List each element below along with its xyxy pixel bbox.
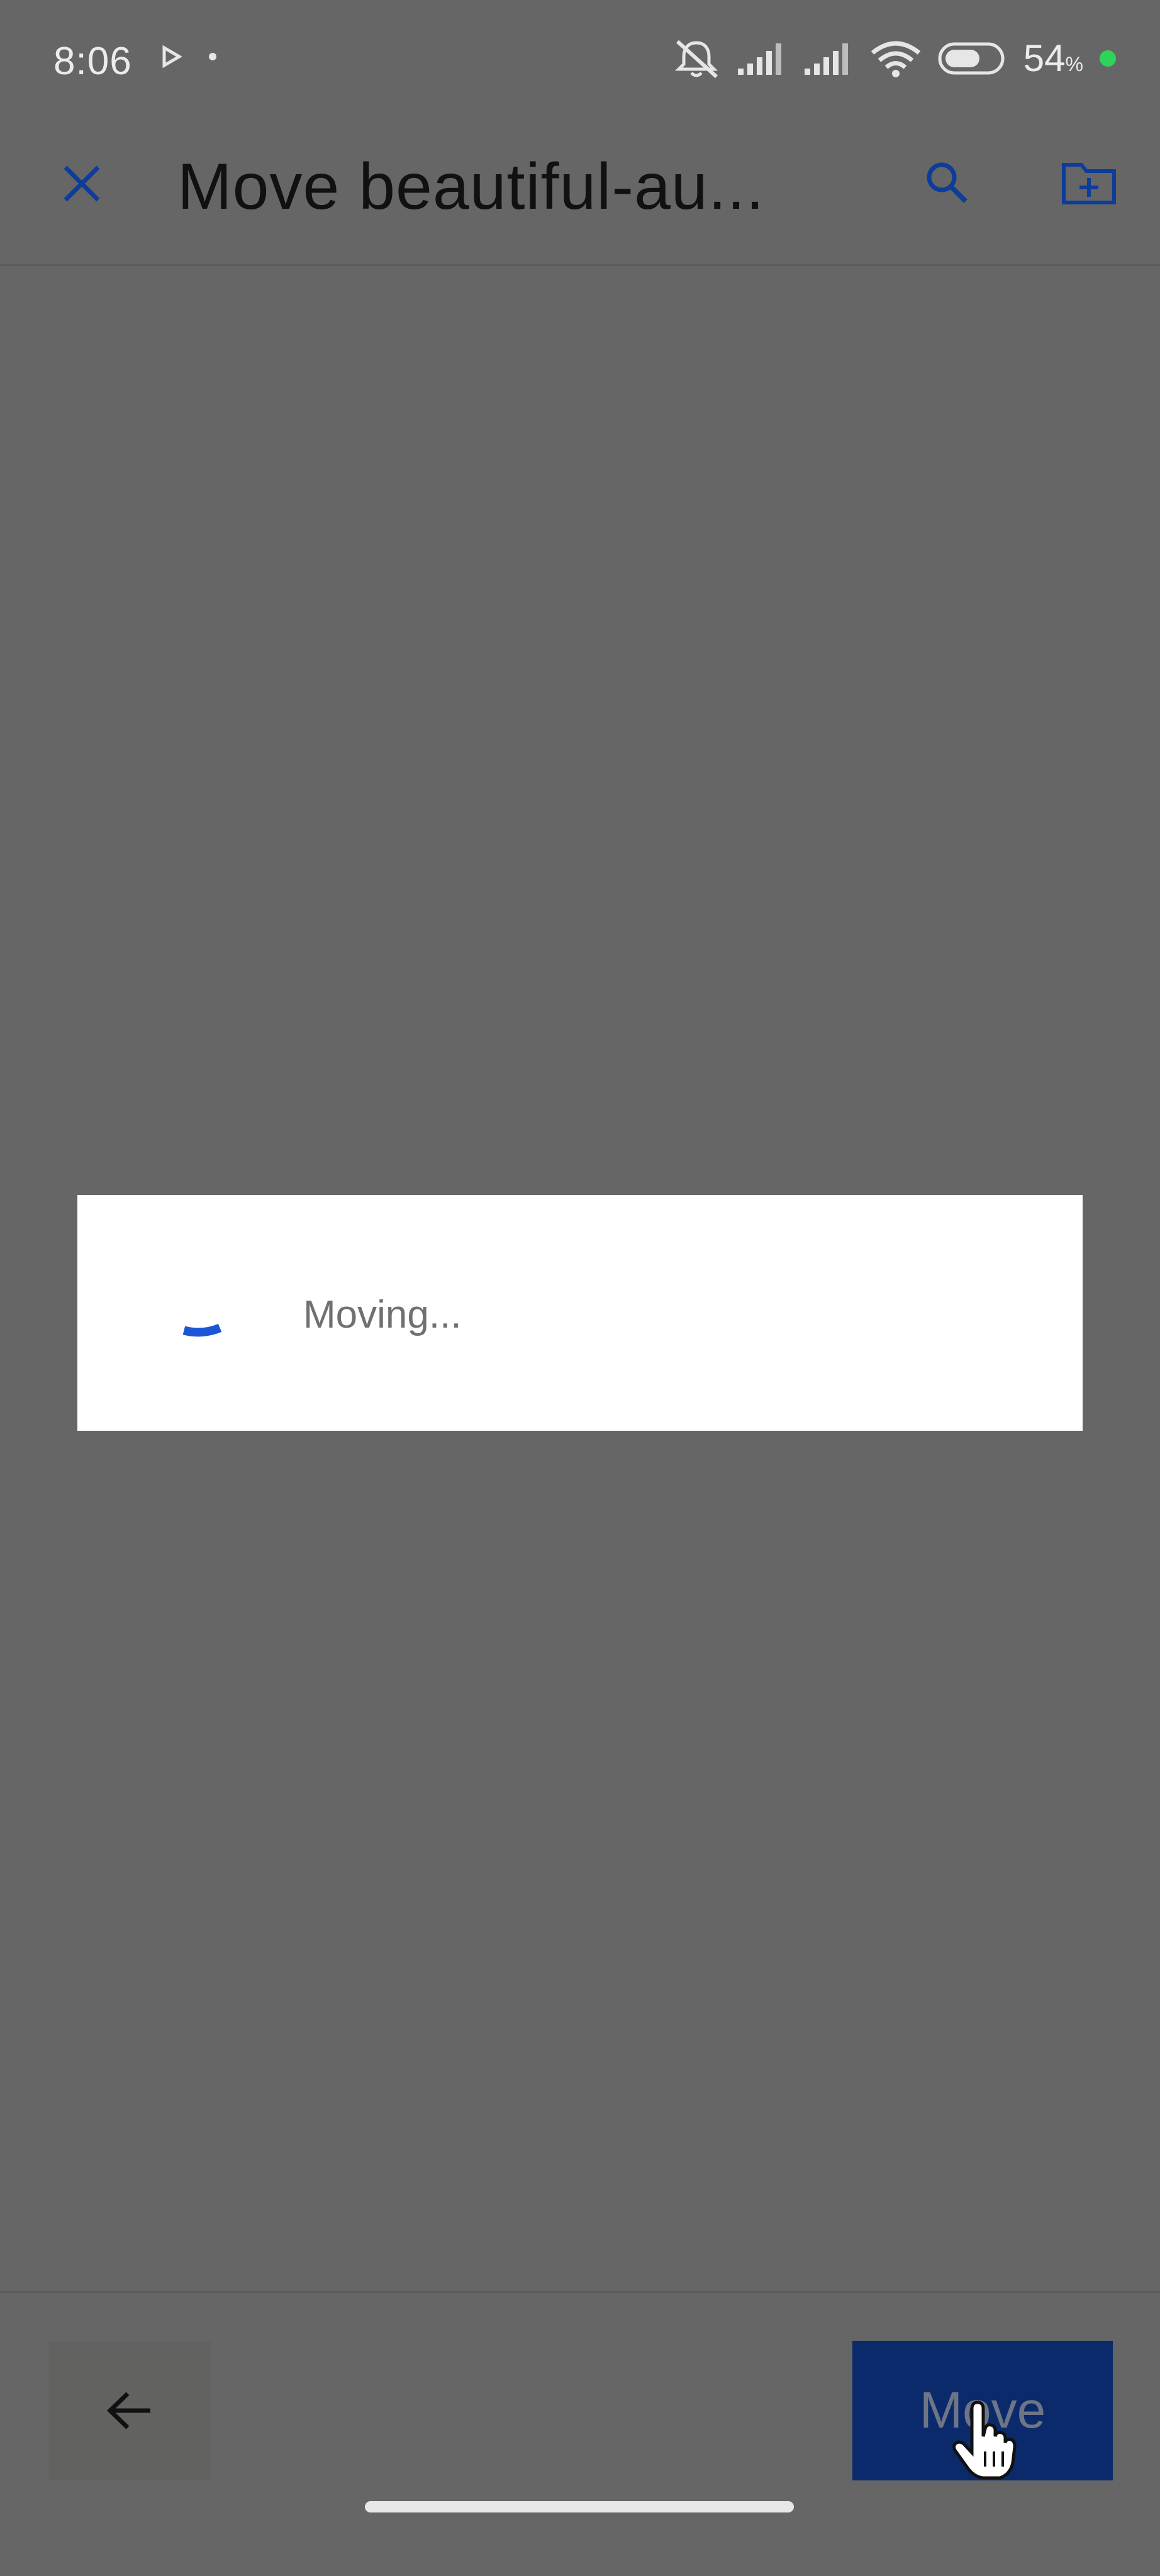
search-icon[interactable] bbox=[922, 157, 972, 208]
status-bar: 8:06 54% bbox=[0, 0, 1160, 126]
signal-icon bbox=[737, 43, 781, 75]
divider bbox=[0, 2291, 1160, 2293]
status-left-icons bbox=[160, 45, 217, 68]
page-title: Move beautiful-au... bbox=[177, 150, 765, 223]
charging-dot-icon bbox=[1100, 50, 1116, 67]
arrow-left-icon bbox=[106, 2392, 150, 2429]
home-indicator[interactable] bbox=[365, 2501, 794, 2512]
battery-percent: 54% bbox=[1023, 37, 1083, 79]
progress-spinner bbox=[182, 1323, 222, 1337]
back-button[interactable] bbox=[49, 2341, 211, 2480]
progress-message: Moving... bbox=[303, 1293, 462, 1336]
status-time: 8:06 bbox=[53, 40, 132, 83]
divider bbox=[0, 264, 1160, 266]
wifi-icon bbox=[871, 41, 920, 77]
mute-icon bbox=[674, 40, 718, 78]
notification-dot-icon bbox=[209, 53, 216, 60]
signal-icon bbox=[804, 43, 848, 75]
close-icon[interactable] bbox=[57, 158, 107, 209]
status-right-icons: 54% bbox=[672, 36, 1116, 80]
hand-cursor-icon bbox=[952, 2401, 1017, 2480]
play-icon bbox=[162, 45, 182, 68]
battery-icon bbox=[938, 42, 1005, 74]
new-folder-icon[interactable] bbox=[1060, 157, 1118, 208]
app-bar: Move beautiful-au... bbox=[0, 126, 1160, 266]
